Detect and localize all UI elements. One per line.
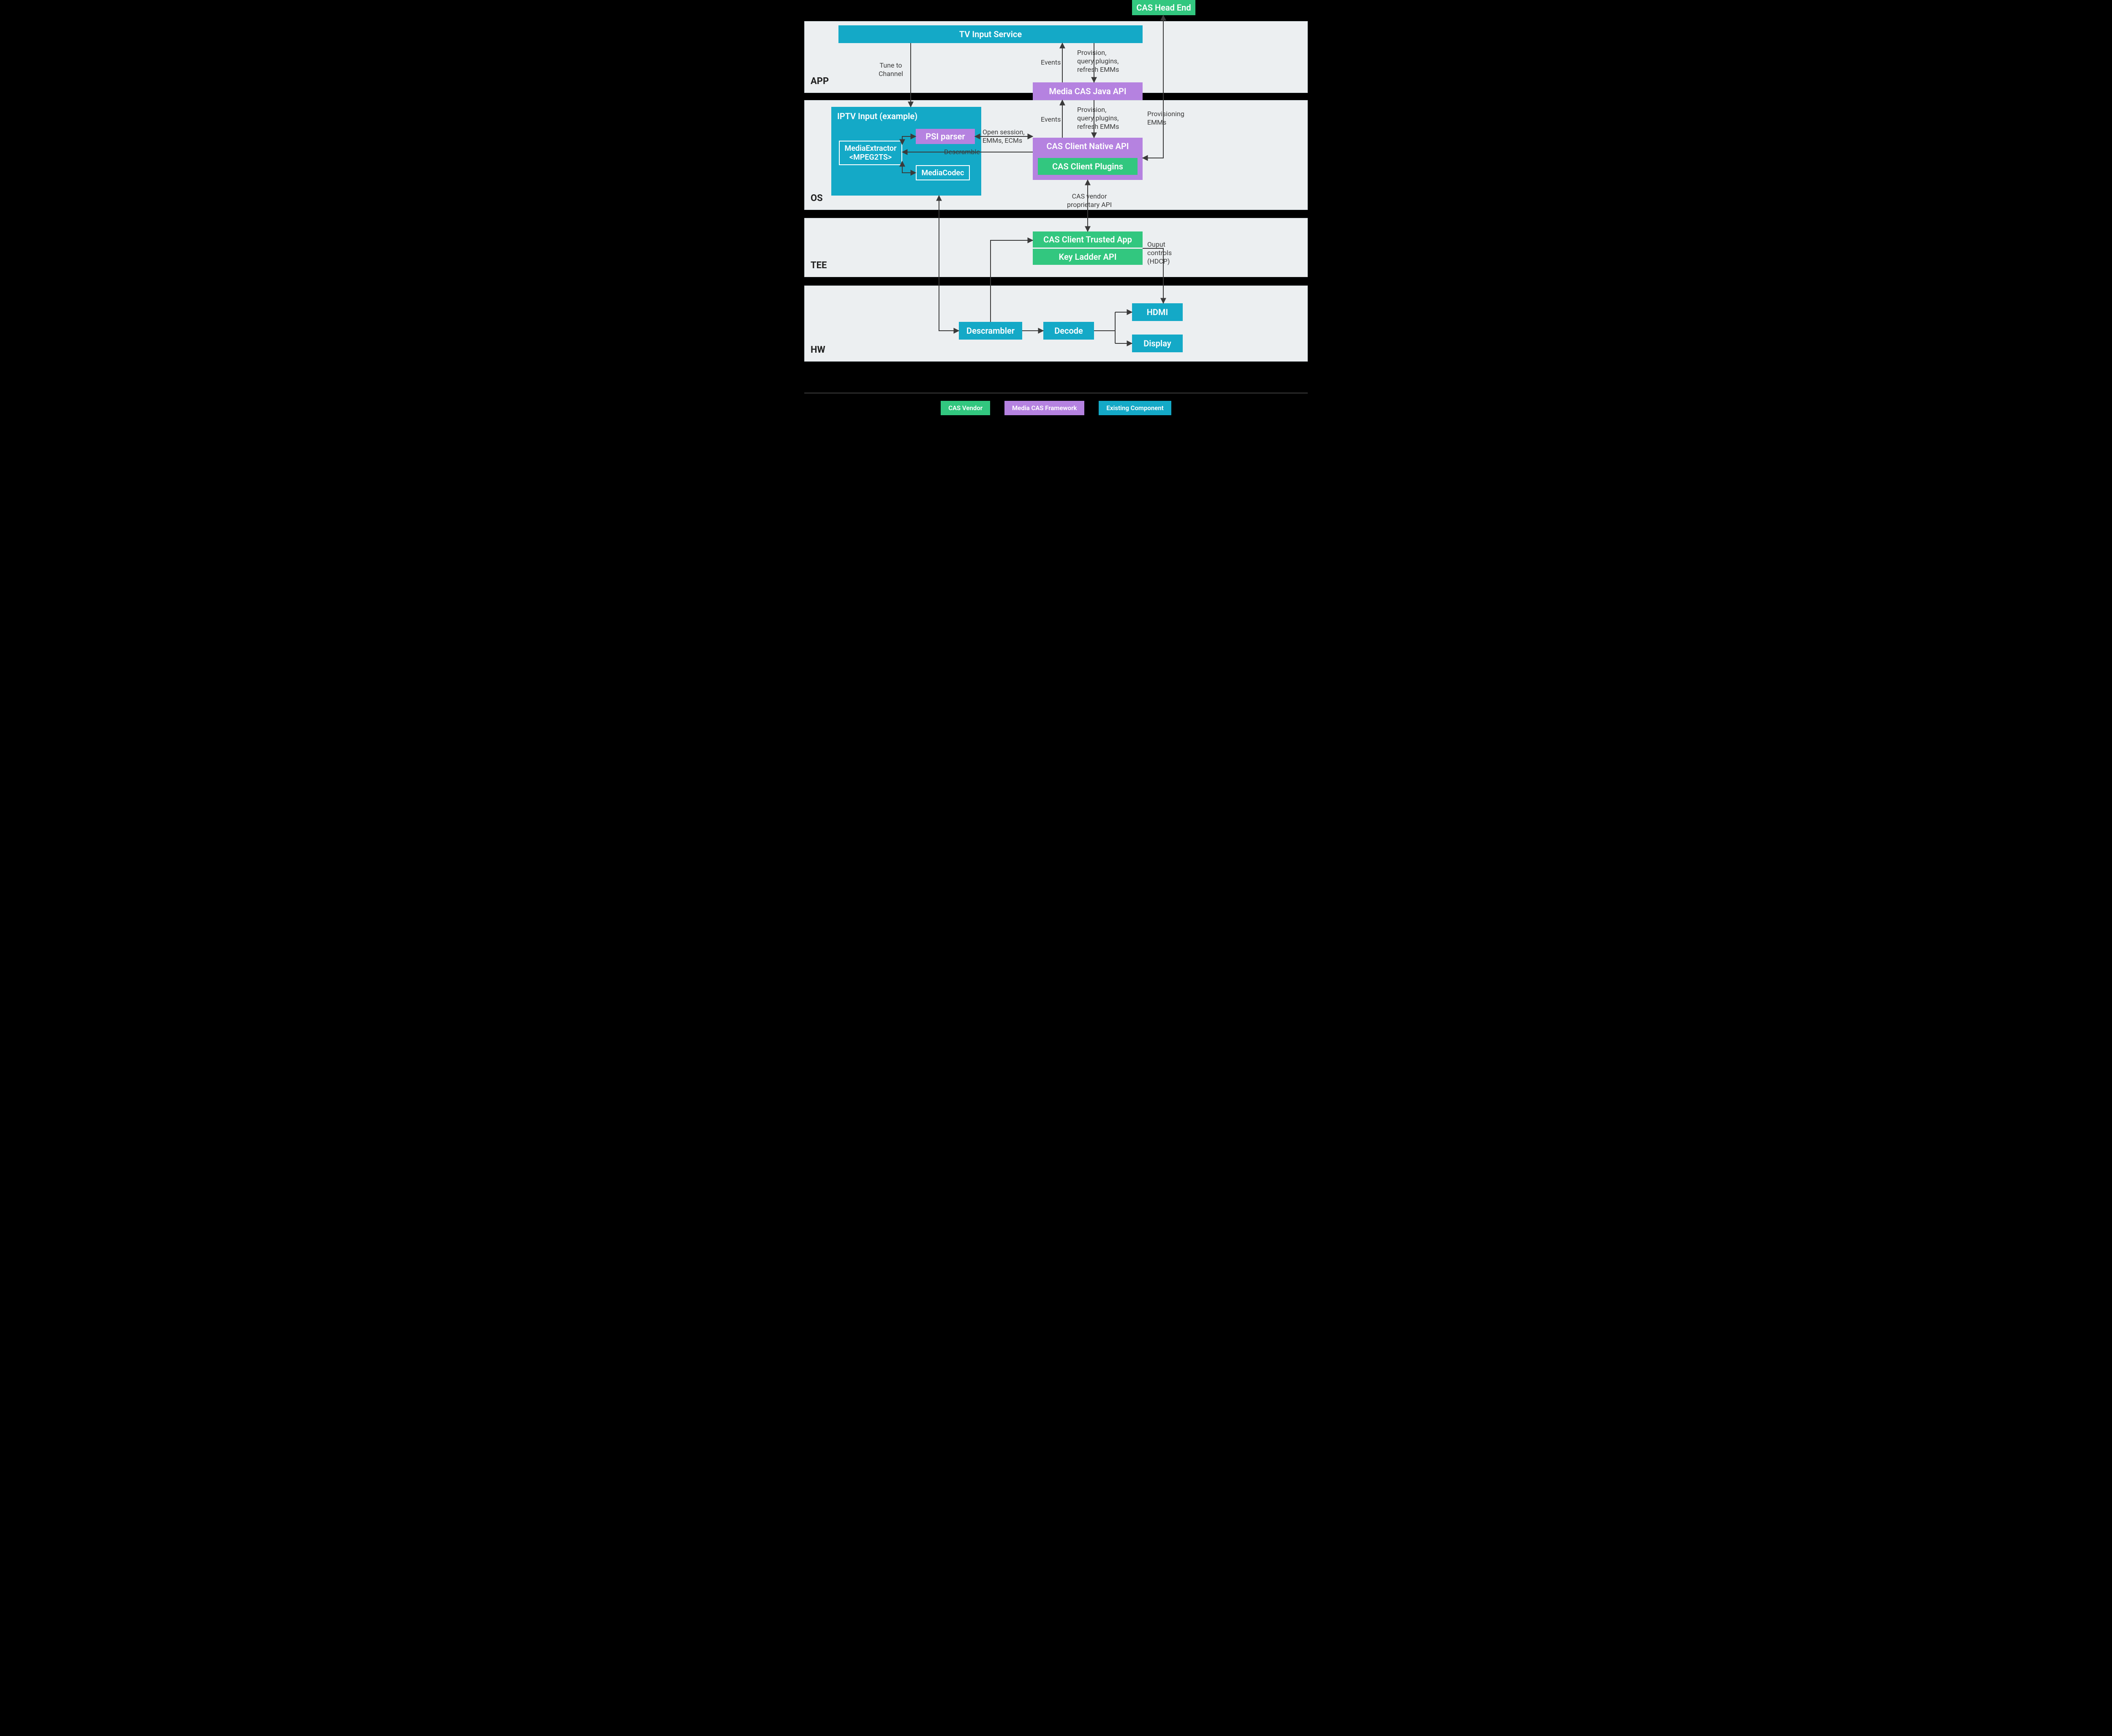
legend-media-cas-framework: Media CAS Framework xyxy=(1004,401,1084,415)
node-descrambler: Descrambler xyxy=(959,322,1022,340)
node-iptv-input-title: IPTV Input (example) xyxy=(837,111,917,121)
layer-tee-label: TEE xyxy=(811,260,827,271)
layer-hw-label: HW xyxy=(811,345,825,355)
layer-os-label: OS xyxy=(811,193,823,204)
node-decode: Decode xyxy=(1043,322,1094,340)
node-cas-client-plugins: CAS Client Plugins xyxy=(1038,158,1138,175)
legend: CAS Vendor Media CAS Framework Existing … xyxy=(804,393,1308,422)
node-media-codec: MediaCodec xyxy=(916,165,970,180)
edge-output-controls: Ouput controls (HDCP) xyxy=(1147,240,1172,266)
layer-tee: TEE xyxy=(804,218,1308,277)
edge-cas-vendor-api: CAS vendor proprietary API xyxy=(1067,192,1112,209)
node-hdmi: HDMI xyxy=(1132,303,1183,321)
edge-open-session: Open session, EMMs, ECMs xyxy=(983,128,1025,145)
node-cas-client-trusted-app: CAS Client Trusted App xyxy=(1033,231,1143,248)
edge-provisioning-emms: Provisioning EMMs xyxy=(1147,110,1184,127)
edge-provision-mid: Provision, query plugins, refresh EMMs xyxy=(1077,106,1119,131)
node-key-ladder-api: Key Ladder API xyxy=(1033,249,1143,265)
edge-provision-top: Provision, query plugins, refresh EMMs xyxy=(1077,49,1119,74)
legend-existing-component: Existing Component xyxy=(1099,401,1171,415)
node-media-extractor: MediaExtractor <MPEG2TS> xyxy=(839,141,902,165)
node-cas-client-native-api-label: CAS Client Native API xyxy=(1033,141,1143,151)
node-tv-input-service: TV Input Service xyxy=(838,25,1143,43)
edge-tune-to-channel: Tune to Channel xyxy=(879,61,903,78)
node-cas-head-end: CAS Head End xyxy=(1132,0,1195,15)
edge-events-mid: Events xyxy=(1041,115,1061,124)
node-media-cas-java-api: Media CAS Java API xyxy=(1033,82,1143,100)
layer-app-label: APP xyxy=(811,76,829,87)
node-display: Display xyxy=(1132,335,1183,352)
edge-events-top: Events xyxy=(1041,58,1061,67)
node-cas-client-native-api: CAS Client Native API CAS Client Plugins xyxy=(1033,138,1143,180)
node-psi-parser: PSI parser xyxy=(916,129,975,144)
edge-descramble: Descramble xyxy=(944,148,980,156)
legend-cas-vendor: CAS Vendor xyxy=(941,401,990,415)
